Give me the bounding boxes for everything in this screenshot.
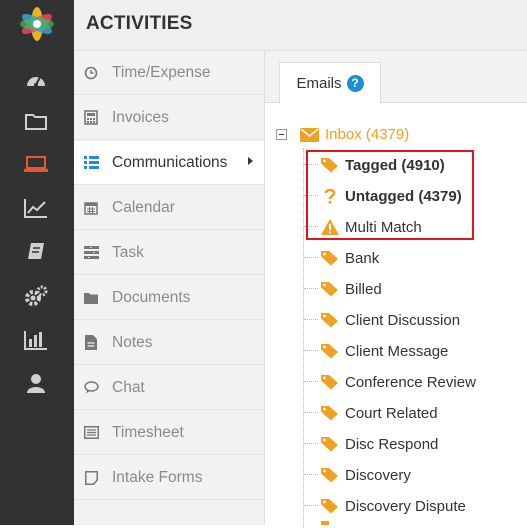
form-icon — [83, 470, 99, 486]
tag-icon — [321, 437, 338, 452]
chat-icon — [83, 380, 99, 396]
laptop-icon[interactable] — [22, 151, 50, 177]
note-icon — [83, 335, 99, 351]
calendar-icon — [83, 200, 99, 216]
tree-connector — [304, 505, 318, 506]
tag-icon — [321, 468, 338, 483]
task-icon — [83, 245, 99, 261]
tree-connector — [304, 288, 318, 289]
menu-item-label: Time/Expense — [112, 63, 211, 81]
tree-node-tag[interactable]: Bank — [321, 246, 379, 270]
tree-node-label: Discovery — [345, 466, 411, 484]
page-header: ACTIVITIES — [74, 0, 527, 51]
tree-node-tag[interactable]: Client Discussion — [321, 308, 460, 332]
activities-menu: Time/Expense Invoices Communications Cal… — [74, 51, 265, 525]
tree-connector — [304, 350, 318, 351]
tree-node-tag[interactable]: Disc Respond — [321, 432, 438, 456]
dashboard-icon[interactable] — [22, 66, 50, 92]
tree-node-label: Court Related — [345, 404, 438, 422]
emails-panel: Emails ? Inbox (4379) Tagged (4910) Unta… — [265, 51, 527, 528]
tab-emails[interactable]: Emails ? — [279, 62, 381, 103]
book-icon[interactable] — [22, 239, 50, 265]
calculator-icon — [83, 110, 99, 126]
tree-connector — [304, 257, 318, 258]
bar-chart-icon[interactable] — [22, 327, 50, 353]
highlight-box — [306, 150, 474, 240]
tree-node-tag[interactable]: Court Related — [321, 401, 438, 425]
timesheet-icon — [83, 425, 99, 441]
tree-node-label: Discovery Dispute — [345, 497, 466, 515]
menu-item-label: Invoices — [112, 108, 169, 126]
user-icon[interactable] — [22, 370, 50, 396]
tree-node-label: Billed — [345, 280, 382, 298]
page-title: ACTIVITIES — [86, 13, 193, 34]
tag-icon — [321, 282, 338, 297]
tree-node-tag[interactable]: Discovery — [321, 463, 411, 487]
tab-label: Emails — [296, 74, 342, 92]
folder-icon — [83, 290, 99, 306]
tree-node-label: Inbox (4379) — [325, 126, 410, 143]
menu-item-label: Chat — [112, 378, 145, 396]
tag-icon — [321, 313, 338, 328]
clock-icon — [83, 65, 99, 81]
menu-item-intake-forms[interactable]: Intake Forms — [74, 456, 264, 500]
app-logo[interactable] — [17, 4, 57, 44]
tag-icon — [321, 344, 338, 359]
tree-connector — [304, 381, 318, 382]
menu-item-communications[interactable]: Communications — [74, 141, 264, 185]
menu-item-label: Communications — [112, 153, 228, 171]
menu-item-label: Intake Forms — [112, 468, 203, 486]
tree-connector — [304, 443, 318, 444]
tree-node-inbox[interactable]: Inbox (4379) — [300, 126, 409, 143]
caret-right-icon — [248, 157, 253, 165]
menu-item-calendar[interactable]: Calendar — [74, 186, 264, 230]
tree-node-tag[interactable]: Client Message — [321, 339, 448, 363]
collapse-toggle[interactable] — [276, 129, 287, 140]
help-icon[interactable]: ? — [346, 74, 364, 92]
tree-node-tag[interactable]: Discovery Dispute — [321, 494, 466, 518]
menu-item-label: Documents — [112, 288, 191, 306]
menu-item-task[interactable]: Task — [74, 231, 264, 275]
menu-item-label: Calendar — [112, 198, 175, 216]
tree-node-label: Client Message — [345, 342, 449, 360]
menu-item-time-expense[interactable]: Time/Expense — [74, 51, 264, 95]
menu-item-label: Timesheet — [112, 423, 184, 441]
tab-bar: Emails ? — [265, 51, 527, 103]
tree-connector — [304, 319, 318, 320]
tree-node-label: Conference Review — [345, 373, 476, 391]
tag-icon — [321, 375, 338, 390]
tag-icon — [321, 521, 329, 525]
menu-item-label: Task — [112, 243, 144, 261]
menu-item-chat[interactable]: Chat — [74, 366, 264, 410]
line-chart-icon[interactable] — [22, 195, 50, 221]
tag-icon — [321, 251, 338, 266]
tree-node-label: Client Discussion — [345, 311, 461, 329]
menu-item-timesheet[interactable]: Timesheet — [74, 411, 264, 455]
list-icon — [83, 155, 99, 171]
menu-item-notes[interactable]: Notes — [74, 321, 264, 365]
tree-node-label: Bank — [345, 249, 380, 267]
tree-node-label: Disc Respond — [345, 435, 439, 453]
gears-icon[interactable] — [22, 283, 50, 309]
tag-icon — [321, 406, 338, 421]
tree-connector — [304, 412, 318, 413]
menu-item-label: Notes — [112, 333, 153, 351]
tree-connector — [304, 474, 318, 475]
tree-node-tag[interactable]: Billed — [321, 277, 382, 301]
icon-rail — [0, 0, 74, 525]
tree-node-tag[interactable]: Conference Review — [321, 370, 476, 394]
envelope-icon — [300, 127, 319, 142]
menu-item-invoices[interactable]: Invoices — [74, 96, 264, 140]
tree-line — [303, 148, 304, 528]
folder-icon[interactable] — [22, 108, 50, 134]
tag-icon — [321, 499, 338, 514]
menu-item-documents[interactable]: Documents — [74, 276, 264, 320]
